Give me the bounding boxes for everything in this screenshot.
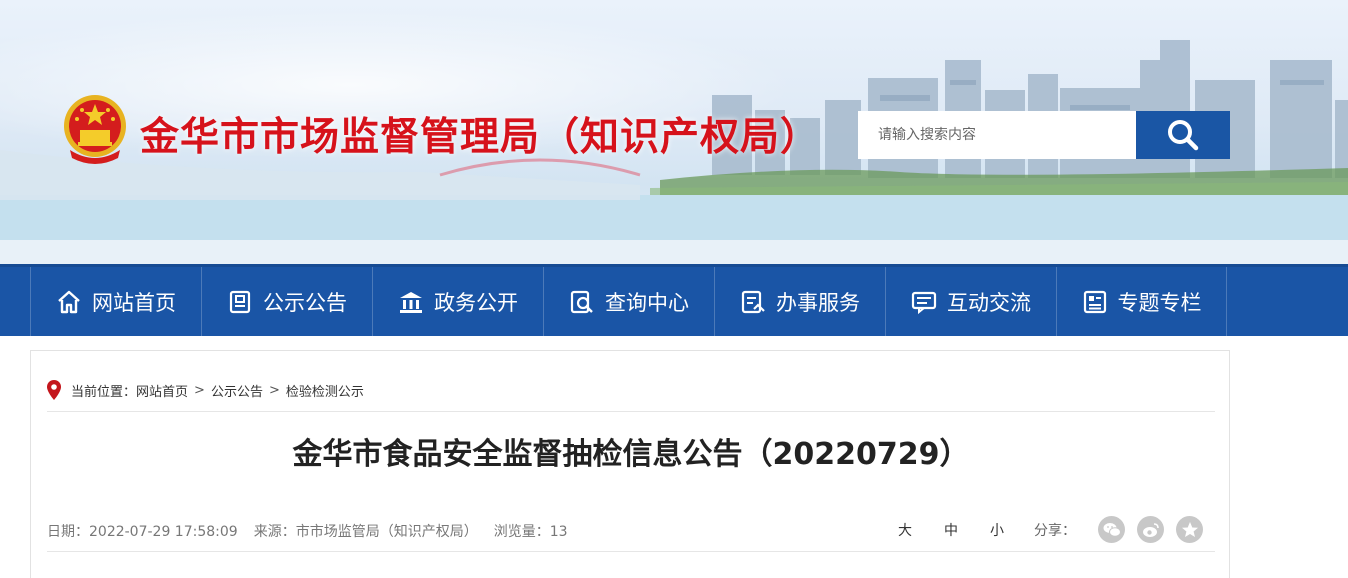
nav-item-label: 查询中心: [605, 290, 689, 315]
article-meta: 日期：2022-07-29 17:58:09 来源：市市场监管局（知识产权局） …: [47, 521, 568, 541]
query-icon: [569, 289, 595, 315]
nav-item-home[interactable]: 网站首页: [30, 267, 201, 336]
main-nav: 网站首页 公示公告 政务公开 查询中心 办事服务 互动交流 专题专栏: [0, 264, 1348, 336]
service-icon: [740, 289, 766, 315]
wechat-icon[interactable]: [1098, 516, 1125, 543]
nav-item-label: 政务公开: [434, 290, 518, 315]
nav-item-query[interactable]: 查询中心: [543, 267, 714, 336]
search-button[interactable]: [1136, 111, 1230, 159]
font-size-large-button[interactable]: 大: [898, 520, 912, 540]
breadcrumb-notice[interactable]: 公示公告: [211, 381, 263, 400]
nav-item-notice[interactable]: 公示公告: [201, 267, 372, 336]
column-icon: [1082, 289, 1108, 315]
nav-item-column[interactable]: 专题专栏: [1056, 267, 1227, 336]
font-size-small-button[interactable]: 小: [990, 520, 1004, 540]
weibo-icon[interactable]: [1137, 516, 1164, 543]
header-banner: 金华市市场监督管理局（知识产权局）: [0, 0, 1348, 264]
search-icon: [1168, 120, 1199, 151]
search-input[interactable]: [858, 111, 1136, 159]
article-views: 浏览量：13: [493, 524, 568, 540]
font-size-medium-button[interactable]: 中: [944, 520, 958, 540]
nav-item-label: 专题专栏: [1117, 290, 1202, 315]
qzone-icon[interactable]: [1176, 516, 1203, 543]
breadcrumb: 当前位置： 网站首页 > 公示公告 > 检验检测公示: [47, 379, 364, 401]
article-date: 日期：2022-07-29 17:58:09: [47, 524, 238, 540]
article-source: 来源：市市场监管局（知识产权局）: [253, 524, 478, 540]
breadcrumb-home[interactable]: 网站首页: [136, 381, 188, 400]
nav-item-label: 网站首页: [92, 290, 176, 315]
nav-item-label: 办事服务: [776, 290, 860, 315]
divider: [47, 411, 1215, 412]
share-label: 分享：: [1034, 522, 1076, 539]
breadcrumb-prefix: 当前位置：: [71, 384, 137, 400]
national-emblem-icon: [64, 95, 126, 164]
nav-item-label: 互动交流: [947, 290, 1031, 315]
article-tools: 大 中 小 分享：: [882, 516, 1203, 543]
nav-item-service[interactable]: 办事服务: [714, 267, 885, 336]
article-card: 当前位置： 网站首页 > 公示公告 > 检验检测公示 金华市食品安全监督抽检信息…: [30, 350, 1230, 578]
divider: [47, 551, 1215, 552]
notice-icon: [227, 289, 253, 315]
home-icon: [56, 289, 82, 315]
chat-icon: [911, 289, 937, 315]
location-pin-icon: [47, 380, 61, 400]
government-icon: [398, 289, 424, 315]
nav-item-government[interactable]: 政务公开: [372, 267, 543, 336]
breadcrumb-separator: >: [268, 382, 280, 398]
breadcrumb-inspection[interactable]: 检验检测公示: [286, 381, 364, 400]
breadcrumb-separator: >: [194, 382, 205, 398]
nav-item-label: 公示公告: [263, 290, 347, 315]
site-title[interactable]: 金华市市场监督管理局（知识产权局）: [140, 106, 820, 162]
article-title: 金华市食品安全监督抽检信息公告（20220729）: [292, 437, 970, 472]
nav-item-chat[interactable]: 互动交流: [885, 267, 1056, 336]
